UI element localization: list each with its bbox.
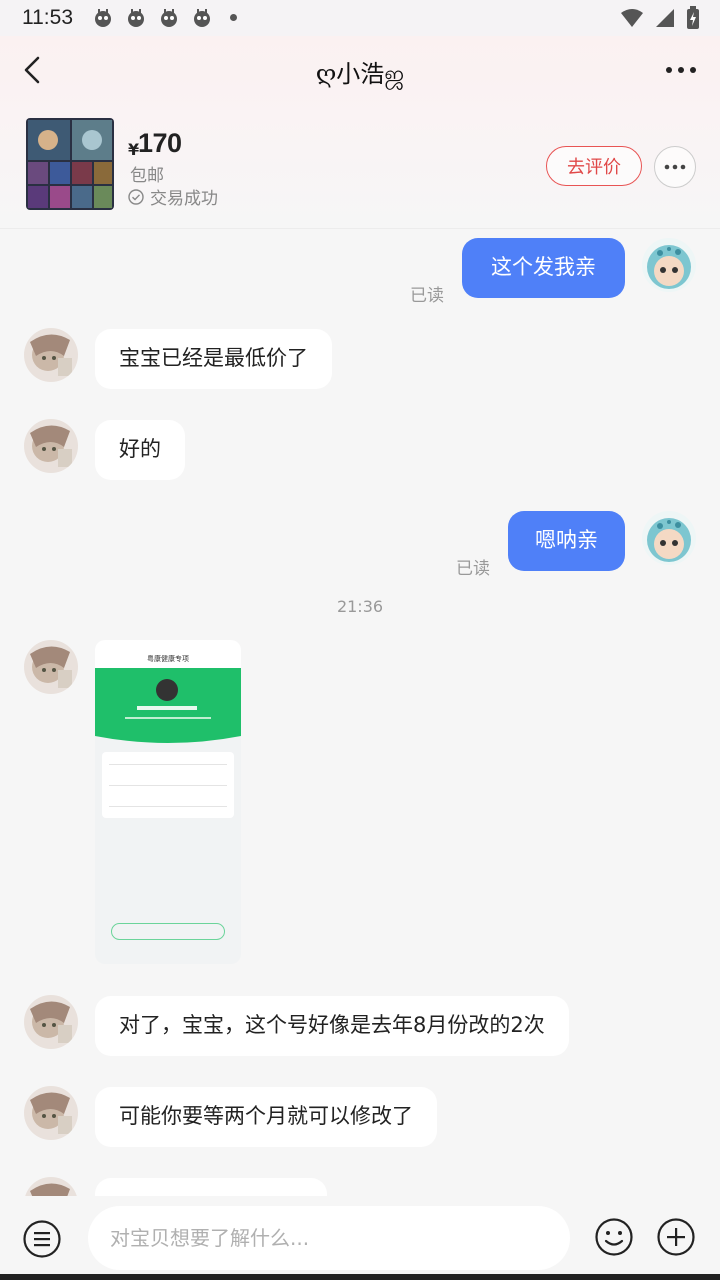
header-divider bbox=[0, 228, 720, 229]
my-avatar[interactable] bbox=[642, 511, 696, 565]
check-circle-icon bbox=[128, 188, 144, 205]
status-icons bbox=[620, 6, 700, 30]
seller-avatar[interactable] bbox=[24, 328, 78, 382]
product-thumbnail[interactable] bbox=[26, 118, 114, 210]
incoming-message[interactable]: 对了，宝宝，这个号好像是去年8月份改的2次 bbox=[95, 996, 569, 1056]
image-info-card bbox=[102, 752, 234, 818]
product-more-button[interactable] bbox=[654, 146, 696, 188]
status-time: 11:53 bbox=[22, 6, 73, 29]
image-banner bbox=[95, 668, 241, 743]
add-icon[interactable] bbox=[656, 1217, 696, 1257]
wifi-icon bbox=[621, 9, 643, 27]
more-options-icon[interactable] bbox=[660, 56, 702, 84]
review-button[interactable]: 去评价 bbox=[546, 146, 642, 186]
chat-title: ღ小浩ஜ bbox=[315, 60, 405, 88]
notification-icon bbox=[128, 9, 144, 27]
seller-avatar[interactable] bbox=[24, 419, 78, 473]
seller-avatar[interactable] bbox=[24, 995, 78, 1049]
read-receipt: 已读 bbox=[410, 286, 444, 306]
notification-icon bbox=[161, 9, 177, 27]
notification-icon bbox=[194, 9, 210, 27]
seller-avatar[interactable] bbox=[24, 640, 78, 694]
message-input-box[interactable] bbox=[88, 1206, 570, 1270]
emoji-icon[interactable] bbox=[594, 1217, 634, 1257]
incoming-message[interactable]: 可能你要等两个月就可以修改了 bbox=[95, 1087, 437, 1147]
deal-status-text: 交易成功 bbox=[150, 189, 218, 209]
back-arrow-icon[interactable] bbox=[18, 50, 50, 90]
read-receipt: 已读 bbox=[456, 559, 490, 579]
shipping-label: 包邮 bbox=[130, 166, 164, 186]
incoming-message[interactable]: 宝宝已经是最低价了 bbox=[95, 329, 332, 389]
my-avatar[interactable] bbox=[642, 238, 696, 292]
seller-avatar[interactable] bbox=[24, 1086, 78, 1140]
deal-status: 交易成功 bbox=[128, 184, 218, 209]
product-price: 170 bbox=[138, 128, 182, 158]
battery-icon bbox=[687, 6, 699, 29]
outgoing-message[interactable]: 嗯呐亲 bbox=[508, 511, 625, 571]
more-notifications-dot bbox=[230, 14, 237, 21]
image-button bbox=[111, 923, 225, 940]
menu-icon[interactable] bbox=[22, 1219, 62, 1259]
image-title: 粤康健康专项 bbox=[147, 655, 189, 663]
incoming-message[interactable]: 好的 bbox=[95, 420, 185, 480]
signal-icon bbox=[656, 9, 674, 27]
outgoing-message[interactable]: 这个发我亲 bbox=[462, 238, 625, 298]
message-input[interactable] bbox=[110, 1226, 570, 1250]
status-bar: 11:53 bbox=[0, 0, 720, 36]
notification-icon bbox=[95, 9, 111, 27]
navigation-bar bbox=[0, 1274, 720, 1280]
time-separator: 21:36 bbox=[336, 597, 384, 616]
ellipsis-icon bbox=[664, 164, 686, 170]
image-message[interactable]: 粤康健康专项 bbox=[95, 640, 241, 964]
